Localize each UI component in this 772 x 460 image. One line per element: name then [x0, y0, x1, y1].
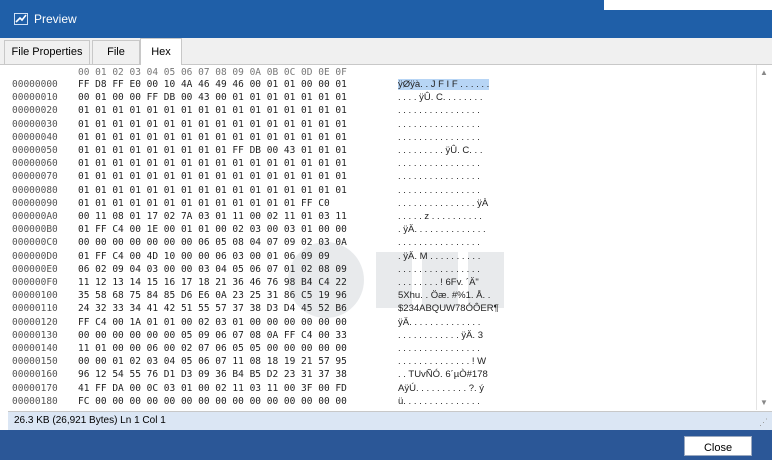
preview-window: Preview File Properties File Hex 00 01 0…	[0, 0, 772, 460]
hex-bytes[interactable]: 06 02 09 04 03 00 00 03 04 05 06 07 01 0…	[78, 264, 347, 275]
hex-bytes[interactable]: 00 11 08 01 17 02 7A 03 01 11 00 02 11 0…	[78, 211, 347, 222]
hex-ascii[interactable]: . . . . . . . . . . . . . . . .	[398, 119, 480, 130]
hex-ascii[interactable]: . . . . . . . . . . . . . . . .	[398, 264, 480, 275]
scroll-down-icon[interactable]: ▼	[760, 398, 768, 407]
hex-offset: 00000010	[12, 92, 58, 104]
vertical-scrollbar[interactable]: ▲ ▼	[756, 65, 772, 410]
tab-strip: File Properties File Hex	[0, 38, 772, 66]
hex-ascii[interactable]: . . . . . . . . . . . . . . . .	[398, 158, 480, 169]
hex-offset: 00000000	[12, 79, 58, 90]
content-area: File Properties File Hex 00 01 02 03 04 …	[0, 38, 772, 431]
hex-ascii[interactable]: . . . . . . . . . . . . . . . ÿÀ	[398, 198, 488, 209]
title-bar-edge	[604, 0, 772, 10]
hex-bytes[interactable]: 01 01 01 01 01 01 01 01 01 01 01 01 01 0…	[78, 105, 347, 116]
hex-offset: 00000160	[12, 369, 58, 381]
hex-ascii[interactable]: . . TUvÑÓ. 6´µÒ#178	[398, 369, 488, 380]
hex-bytes[interactable]: FC 00 00 00 00 00 00 00 00 00 00 00 00 0…	[78, 396, 347, 407]
hex-bytes[interactable]: FF D8 FF E0 00 10 4A 46 49 46 00 01 01 0…	[78, 79, 347, 90]
close-button[interactable]: Close	[684, 436, 752, 456]
hex-offset: 00000080	[12, 184, 58, 196]
hex-offset: 00000190	[12, 409, 58, 410]
tab-file-properties[interactable]: File Properties	[4, 40, 90, 64]
hex-offset: 00000140	[12, 343, 58, 354]
hex-view[interactable]: 00 01 02 03 04 05 06 07 08 09 0A 0B 0C 0…	[8, 65, 756, 410]
hex-ascii[interactable]: . . . . . z . . . . . . . . . .	[398, 211, 482, 222]
hex-ascii[interactable]: . . . . . . . . . . . . . . . .	[398, 105, 480, 116]
hex-ascii[interactable]: 5Xhu. . Öæ. #%1. Å. .	[398, 290, 490, 301]
hex-ascii[interactable]: ü. . . . . . . . . . . . . . .	[398, 396, 480, 407]
hex-ascii[interactable]: . . . . ÿÛ. C. . . . . . . .	[398, 92, 482, 103]
hex-ascii[interactable]: . . . . . . . . . . . . . . . .	[398, 343, 480, 354]
hex-offset: 00000050	[12, 145, 58, 156]
hex-ascii[interactable]: . . . . . . . . . . . . . . . .	[398, 185, 480, 196]
hex-bytes[interactable]: 11 12 13 14 15 16 17 18 21 36 46 76 98 B…	[78, 277, 347, 288]
hex-ascii[interactable]: ÿÄ. . . . . . . . . . . . . .	[398, 317, 480, 328]
hex-ascii[interactable]: AÿÚ. . . . . . . . . . ?. ý	[398, 383, 484, 394]
hex-ascii[interactable]: $234ABQUW78ÓÔER¶	[398, 303, 499, 314]
hex-offset: 00000120	[12, 316, 58, 328]
hex-ascii[interactable]: ÿØÿà. . J F I F . . . . . .	[398, 79, 490, 90]
hex-ascii[interactable]: . . . . . . . . . . . . . . . .	[398, 409, 480, 410]
hex-ascii[interactable]: . ÿÄ. M . . . . . . . . . .	[398, 251, 480, 262]
hex-offset: 000000A0	[12, 211, 58, 222]
hex-bytes[interactable]: 00 00 00 00 00 00 00 00 00 00 00 00 00 0…	[78, 409, 347, 410]
hex-offset: 00000090	[12, 197, 58, 209]
status-text: 26.3 KB (26,921 Bytes) Ln 1 Col 1	[14, 415, 166, 426]
hex-offset: 00000180	[12, 395, 58, 407]
preview-icon	[14, 13, 28, 25]
hex-bytes[interactable]: 01 FF C4 00 1E 00 01 01 00 02 03 00 03 0…	[78, 224, 347, 235]
hex-bytes[interactable]: 41 FF DA 00 0C 03 01 00 02 11 03 11 00 3…	[78, 383, 347, 394]
hex-offset: 00000130	[12, 329, 58, 341]
hex-offset: 000000B0	[12, 224, 58, 236]
hex-offset: 00000110	[12, 303, 58, 315]
hex-offset: 000000F0	[12, 277, 58, 288]
hex-bytes[interactable]: 01 01 01 01 01 01 01 01 01 01 01 01 01 F…	[78, 198, 330, 209]
hex-bytes[interactable]: FF C4 00 1A 01 01 00 02 03 01 00 00 00 0…	[78, 317, 347, 328]
tab-hex[interactable]: Hex	[140, 38, 182, 66]
status-bar: 26.3 KB (26,921 Bytes) Ln 1 Col 1 ⋰	[8, 411, 772, 431]
scroll-up-icon[interactable]: ▲	[760, 68, 768, 77]
window-title: Preview	[34, 12, 77, 26]
hex-offset: 00000040	[12, 131, 58, 143]
hex-bytes[interactable]: 35 58 68 75 84 85 D6 E6 0A 23 25 31 86 C…	[78, 290, 347, 301]
hex-ascii[interactable]: . . . . . . . . . . . . . . . .	[398, 132, 480, 143]
hex-bytes[interactable]: 01 01 01 01 01 01 01 01 01 01 01 01 01 0…	[78, 119, 347, 130]
hex-bytes[interactable]: 96 12 54 55 76 D1 D3 09 36 B4 B5 D2 23 3…	[78, 369, 347, 380]
hex-bytes[interactable]: 11 01 00 00 06 00 02 07 06 05 05 00 00 0…	[78, 343, 347, 354]
hex-offset: 00000170	[12, 382, 58, 394]
hex-ascii[interactable]: . . . . . . . . . . . . . . . .	[398, 237, 480, 248]
hex-bytes[interactable]: 01 01 01 01 01 01 01 01 01 01 01 01 01 0…	[78, 132, 347, 143]
hex-bytes[interactable]: 00 00 00 00 00 00 00 06 05 08 04 07 09 0…	[78, 237, 347, 248]
dialog-footer: Close	[0, 430, 772, 460]
resize-grip-icon[interactable]: ⋰	[759, 417, 768, 428]
hex-offset: 000000C0	[12, 237, 58, 249]
hex-bytes[interactable]: 24 32 33 34 41 42 51 55 57 37 38 D3 D4 4…	[78, 303, 347, 314]
hex-ascii[interactable]: . . . . . . . . . ÿÛ. C. . .	[398, 145, 482, 156]
hex-bytes[interactable]: 00 00 01 02 03 04 05 06 07 11 08 18 19 2…	[78, 356, 347, 367]
title-bar: Preview	[0, 0, 772, 38]
hex-bytes[interactable]: 01 01 01 01 01 01 01 01 01 FF DB 00 43 0…	[78, 145, 347, 156]
hex-offset: 00000020	[12, 105, 58, 117]
hex-ascii[interactable]: . . . . . . . . . . . . ÿÄ. 3	[398, 330, 483, 341]
hex-bytes[interactable]: 01 01 01 01 01 01 01 01 01 01 01 01 01 0…	[78, 185, 347, 196]
hex-offset: 00000100	[12, 290, 58, 302]
hex-ascii[interactable]: . . . . . . . . . . . . . . ! W	[398, 356, 486, 367]
hex-bytes[interactable]: 00 01 00 00 FF DB 00 43 00 01 01 01 01 0…	[78, 92, 347, 103]
hex-offset: 00000150	[12, 356, 58, 368]
hex-offset: 000000E0	[12, 263, 58, 275]
hex-bytes[interactable]: 01 FF C4 00 4D 10 00 00 06 03 00 01 06 0…	[78, 251, 330, 262]
hex-bytes[interactable]: 01 01 01 01 01 01 01 01 01 01 01 01 01 0…	[78, 171, 347, 182]
hex-offset: 00000030	[12, 118, 58, 130]
hex-ascii[interactable]: . . . . . . . . ! 6Fv. ´Ä"	[398, 277, 479, 288]
hex-ascii[interactable]: . ÿÄ. . . . . . . . . . . . . .	[398, 224, 486, 235]
hex-offset: 00000060	[12, 158, 58, 170]
hex-ascii[interactable]: . . . . . . . . . . . . . . . .	[398, 171, 480, 182]
hex-offset: 00000070	[12, 171, 58, 183]
hex-bytes[interactable]: 00 00 00 00 00 00 05 09 06 07 08 0A FF C…	[78, 330, 347, 341]
hex-offset: 000000D0	[12, 250, 58, 262]
hex-bytes[interactable]: 01 01 01 01 01 01 01 01 01 01 01 01 01 0…	[78, 158, 347, 169]
hex-column-header: 00 01 02 03 04 05 06 07 08 09 0A 0B 0C 0…	[78, 67, 347, 78]
tab-file[interactable]: File	[92, 40, 140, 64]
